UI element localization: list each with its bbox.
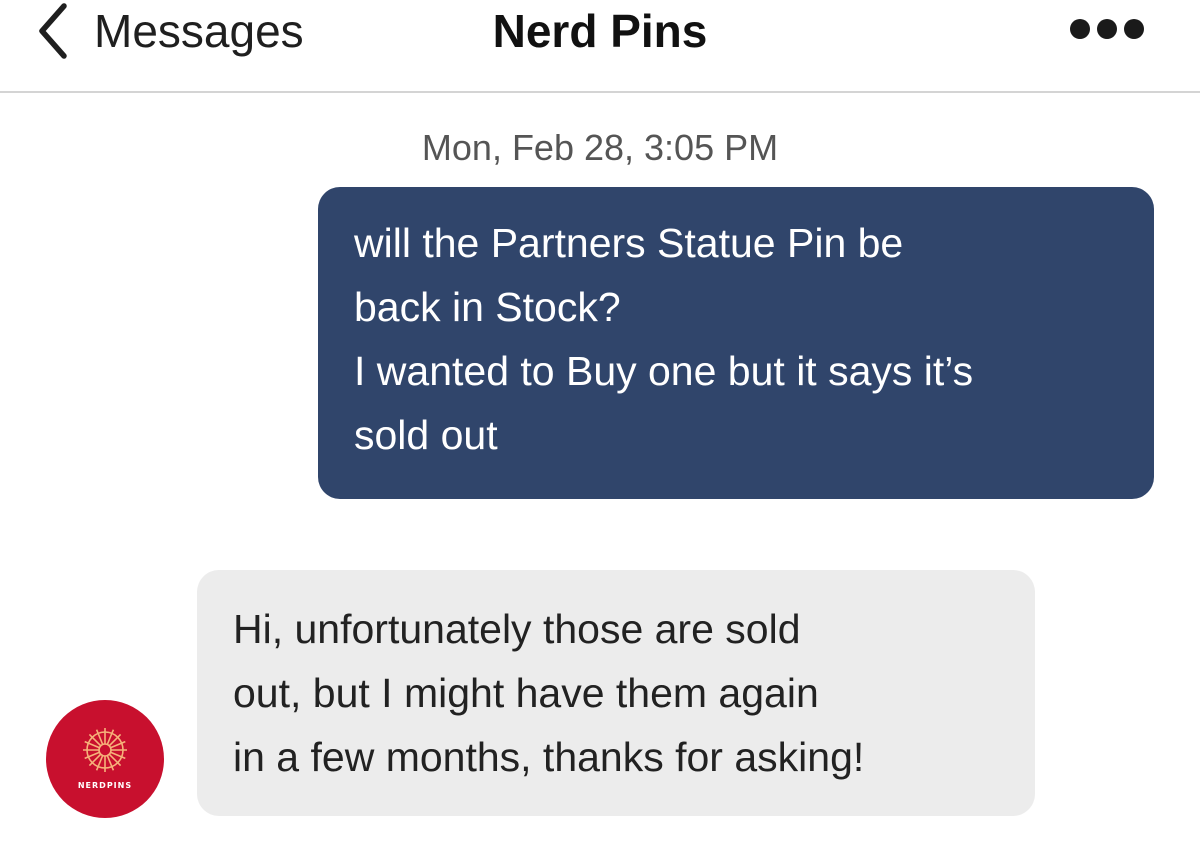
back-button[interactable]: Messages — [34, 0, 304, 62]
nav-header: Messages Nerd Pins — [0, 0, 1200, 93]
back-label: Messages — [94, 5, 304, 57]
ellipsis-icon-dot — [1070, 19, 1090, 39]
message-text-line: will the Partners Statue Pin be — [354, 220, 904, 266]
sunburst-logo-icon — [83, 728, 127, 772]
message-text-line: back in Stock? — [354, 284, 621, 330]
ellipsis-icon-dot — [1097, 19, 1117, 39]
message-text-line: Hi, unfortunately those are sold — [233, 606, 801, 652]
message-text-line: sold out — [354, 412, 498, 458]
message-text-line: I wanted to Buy one but it says it’s — [354, 348, 974, 394]
message-thread-screen: Messages Nerd Pins Mon, Feb 28, 3:05 PM … — [0, 0, 1200, 848]
message-text-line: in a few months, thanks for asking! — [233, 734, 865, 780]
ellipsis-icon-dot — [1124, 19, 1144, 39]
message-timestamp: Mon, Feb 28, 3:05 PM — [421, 127, 779, 168]
message-text-line: out, but I might have them again — [233, 670, 819, 716]
more-options-button[interactable] — [1070, 16, 1144, 42]
sender-avatar[interactable]: NERDPINS — [46, 700, 164, 818]
outgoing-message-bubble[interactable]: will the Partners Statue Pin be back in … — [318, 187, 1154, 499]
avatar-brand-text: NERDPINS — [77, 781, 133, 790]
incoming-message-bubble[interactable]: Hi, unfortunately those are sold out, bu… — [197, 570, 1035, 816]
chevron-left-icon — [39, 3, 67, 59]
